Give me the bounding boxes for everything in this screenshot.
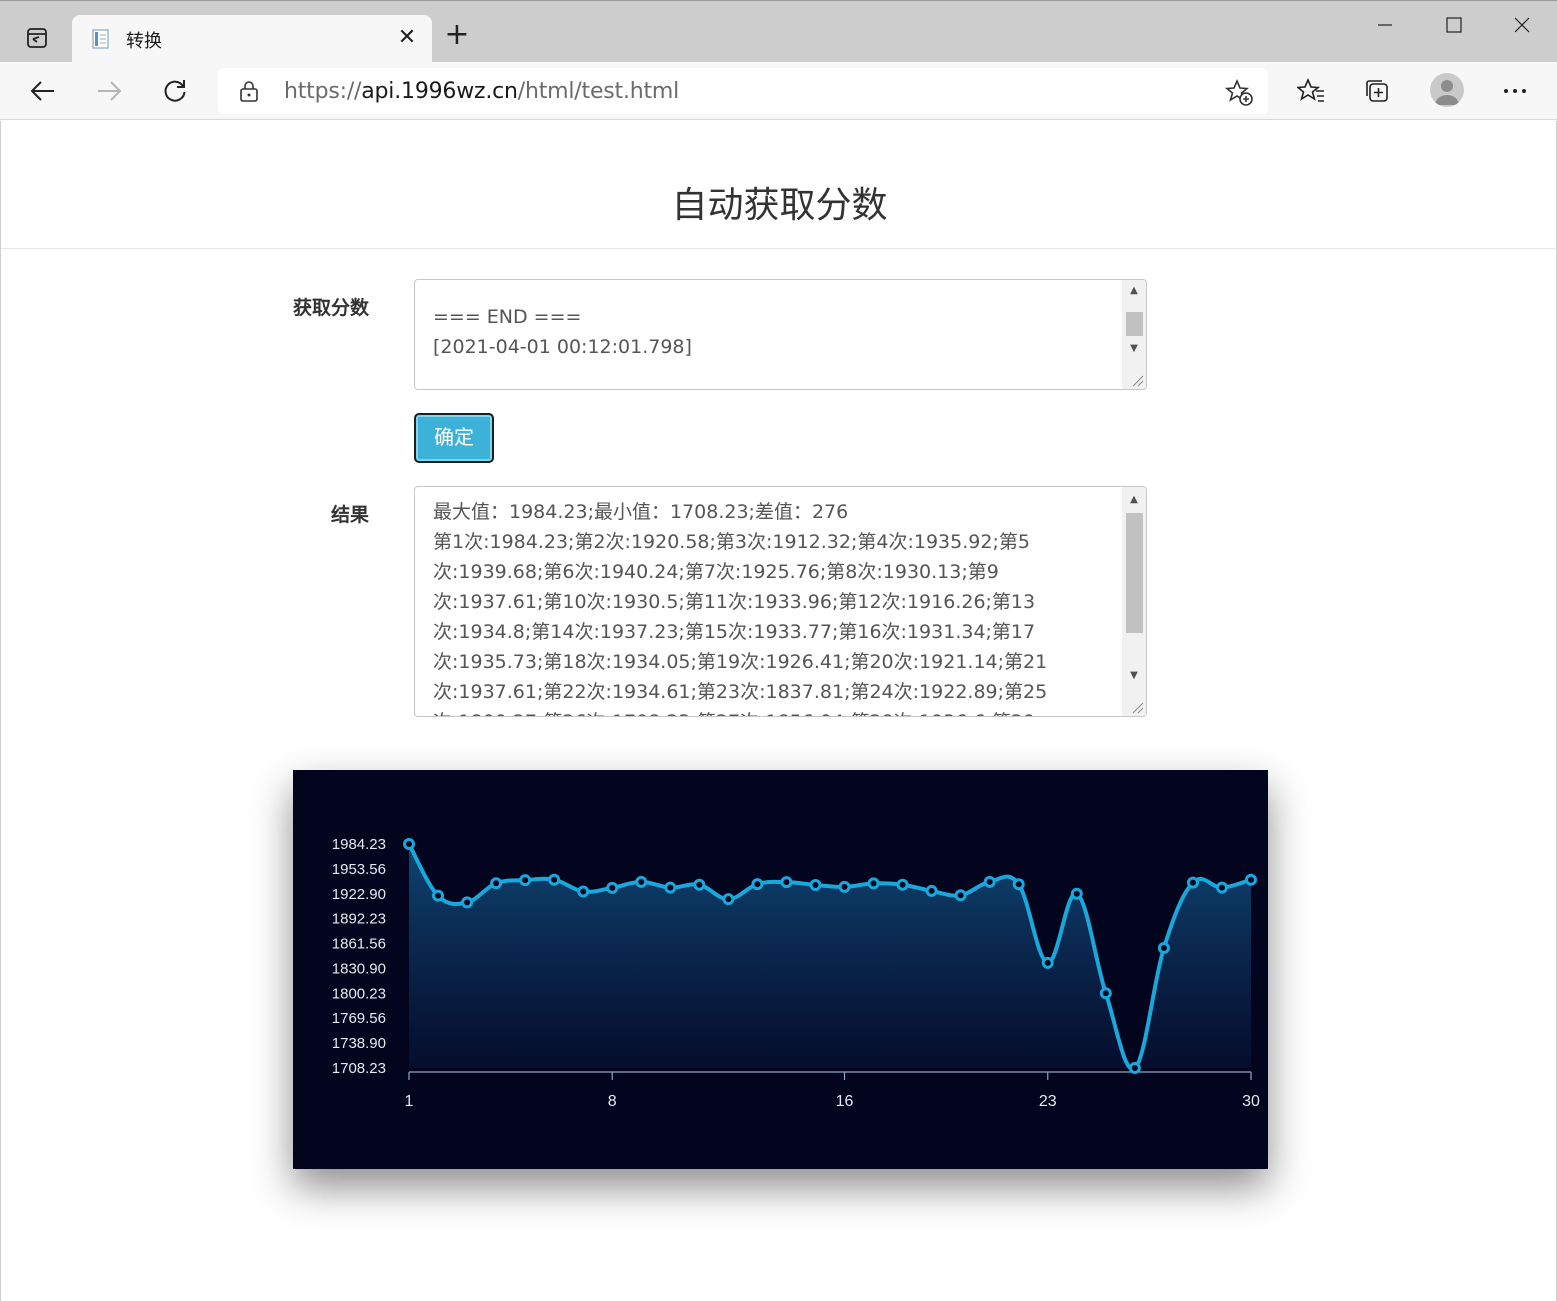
chart-data-point: [403, 838, 415, 850]
result-text: 最大值：1984.23;最小值：1708.23;差值：276 第1次:1984.…: [433, 501, 1048, 716]
profile-avatar-icon[interactable]: [1430, 73, 1464, 107]
chart-data-point: [635, 875, 648, 888]
url-text: https://api.1996wz.cn/html/test.html: [284, 79, 679, 104]
url-path: /html/test.html: [517, 79, 680, 104]
chart-data-point: [925, 884, 938, 897]
confirm-button[interactable]: 确定: [414, 413, 494, 463]
chart-data-point: [664, 881, 677, 894]
fetch-score-textarea[interactable]: === END === [2021-04-01 00:12:01.798] ▲ …: [414, 279, 1147, 390]
chart-data-point: [780, 876, 793, 889]
chart-data-point: [954, 889, 967, 902]
result-textarea[interactable]: 最大值：1984.23;最小值：1708.23;差值：276 第1次:1984.…: [414, 486, 1147, 717]
page-title: 自动获取分数: [671, 185, 888, 226]
chart-data-point: [1128, 1062, 1141, 1074]
page-content: 自动获取分数 获取分数 === END === [2021-04-01 00:1…: [0, 121, 1557, 1301]
y-tick-label: 1953.56: [332, 861, 386, 878]
y-tick-label: 1922.90: [332, 886, 386, 903]
chart-data-point: [1070, 887, 1083, 900]
chart-data-point: [896, 878, 909, 891]
chart-data-point: [461, 896, 474, 909]
y-tick-label: 1892.23: [332, 911, 386, 928]
tab-title: 转换: [126, 31, 162, 52]
score-chart: 1 8 16 23 30 1984.23 1953.56 1922.90 1892.23 1861…: [293, 770, 1268, 1169]
result-scrollbar[interactable]: ▲ ▼: [1122, 487, 1146, 716]
scroll-down-arrow-icon[interactable]: ▼: [1122, 340, 1146, 358]
chart-data-point: [1245, 873, 1257, 886]
refresh-icon[interactable]: [154, 70, 196, 112]
y-tick-label: 1769.56: [332, 1010, 386, 1027]
tab-strip: 转换 ✕ +: [0, 0, 1557, 63]
score-line-chart: 1 8 16 23 30 1984.23 1953.56 1922.90 1892.23 1861…: [332, 836, 1260, 1110]
chart-data-point: [867, 877, 880, 890]
close-tab-icon[interactable]: ✕: [394, 25, 420, 51]
y-tick-label: 1738.90: [332, 1035, 386, 1052]
chart-data-point: [722, 893, 735, 906]
chart-data-point: [809, 878, 822, 891]
result-label: 结果: [330, 504, 369, 526]
chart-data-point: [983, 875, 996, 888]
chart-data-point: [1099, 987, 1112, 1000]
chart-data-point: [751, 878, 764, 891]
chart-data-point: [606, 881, 619, 894]
y-tick-label: 1861.56: [332, 936, 386, 953]
y-tick-label: 1708.23: [332, 1060, 386, 1077]
chart-data-point: [1157, 942, 1170, 955]
browser-tab[interactable]: 转换 ✕: [72, 15, 432, 63]
url-scheme: https://: [284, 79, 362, 104]
resize-handle-icon[interactable]: [1130, 373, 1144, 387]
chart-data-point: [1215, 881, 1228, 894]
collections-icon[interactable]: [1356, 70, 1398, 112]
chart-data-point: [1012, 878, 1025, 891]
address-bar[interactable]: https://api.1996wz.cn/html/test.html: [218, 68, 1268, 114]
chart-data-point: [693, 878, 706, 891]
new-tab-icon[interactable]: +: [440, 19, 474, 53]
scroll-thumb[interactable]: [1126, 513, 1143, 633]
minimize-icon[interactable]: [1355, 5, 1415, 45]
scroll-up-arrow-icon[interactable]: ▲: [1122, 282, 1146, 300]
maximize-icon[interactable]: [1424, 5, 1484, 45]
chart-data-point: [838, 880, 851, 893]
x-tick-label: 30: [1242, 1093, 1260, 1110]
more-menu-icon[interactable]: [1494, 70, 1536, 112]
resize-handle-icon[interactable]: [1130, 700, 1144, 714]
x-tick-label: 23: [1039, 1093, 1057, 1110]
chart-data-point: [432, 889, 445, 902]
lock-icon[interactable]: [238, 79, 260, 103]
add-favorite-icon[interactable]: [1224, 77, 1254, 107]
fetch-score-text: === END === [2021-04-01 00:12:01.798]: [433, 306, 692, 358]
browser-toolbar: https://api.1996wz.cn/html/test.html: [0, 62, 1557, 120]
x-tick-label: 1: [405, 1093, 414, 1110]
tab-actions-icon: [27, 28, 47, 48]
forward-icon[interactable]: [88, 70, 130, 112]
tab-actions-button[interactable]: [14, 15, 60, 61]
x-tick-label: 16: [836, 1093, 854, 1110]
page-favicon-icon: [92, 29, 109, 49]
y-tick-label: 1984.23: [332, 836, 386, 853]
header-divider: [1, 248, 1557, 249]
url-host: api.1996wz.cn: [361, 79, 518, 104]
chart-data-point: [577, 885, 590, 898]
scroll-up-arrow-icon[interactable]: ▲: [1122, 491, 1146, 509]
scroll-down-arrow-icon[interactable]: ▼: [1122, 667, 1146, 685]
chart-data-point: [490, 877, 503, 890]
chart-data-point: [1186, 876, 1199, 889]
close-window-icon[interactable]: [1492, 5, 1552, 45]
y-tick-label: 1830.90: [332, 960, 386, 977]
favorites-icon[interactable]: [1290, 70, 1332, 112]
fetch-score-label: 获取分数: [292, 297, 369, 319]
chart-data-point: [1041, 956, 1054, 969]
x-tick-label: 8: [608, 1093, 617, 1110]
y-tick-label: 1800.23: [332, 985, 386, 1002]
chart-data-point: [519, 874, 532, 887]
back-icon[interactable]: [22, 70, 64, 112]
chart-data-point: [548, 873, 561, 886]
scroll-thumb[interactable]: [1126, 312, 1143, 336]
